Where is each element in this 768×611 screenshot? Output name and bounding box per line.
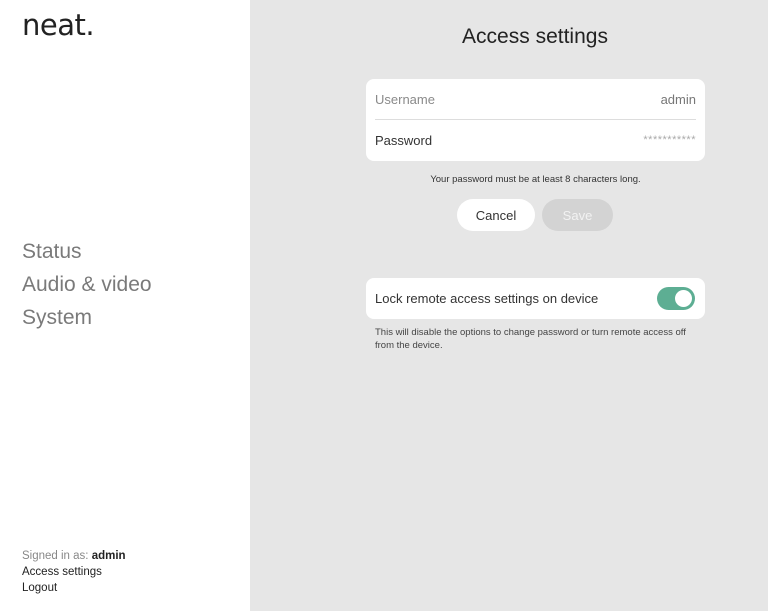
username-value[interactable]: admin [661,92,696,107]
access-settings-link[interactable]: Access settings [22,564,126,580]
sidebar: neat. Status Audio & video System Signed… [0,0,250,611]
signed-in-user: admin [91,550,126,562]
signed-in-line: Signed in as: admin [22,548,126,564]
password-field[interactable]: *********** [643,134,696,146]
save-button[interactable]: Save [542,199,613,231]
password-row[interactable]: Password *********** [375,120,696,160]
username-row[interactable]: Username admin [375,79,696,120]
sidebar-item-status[interactable]: Status [22,235,152,268]
lock-settings-label: Lock remote access settings on device [375,291,599,306]
page-title: Access settings [462,25,608,48]
username-label: Username [375,91,435,107]
app-window: neat. Status Audio & video System Signed… [0,0,768,611]
credentials-card: Username admin Password *********** [366,79,705,161]
sidebar-nav: Status Audio & video System [22,235,152,334]
lock-settings-note: This will disable the options to change … [375,327,686,351]
password-hint: Your password must be at least 8 charact… [430,174,641,185]
sidebar-item-system[interactable]: System [22,301,152,334]
logout-link[interactable]: Logout [22,580,126,596]
signed-in-label: Signed in as: [22,550,89,562]
lock-settings-card: Lock remote access settings on device [366,278,705,319]
password-label: Password [375,132,433,148]
toggle-knob [675,290,692,307]
lock-settings-toggle[interactable] [657,287,695,310]
main-panel: Access settings Username admin Password … [250,0,768,611]
cancel-button[interactable]: Cancel [457,199,535,231]
sidebar-item-audio-video[interactable]: Audio & video [22,268,152,301]
account-panel: Signed in as: admin Access settings Logo… [22,548,126,596]
neat-logo: neat. [22,8,95,42]
